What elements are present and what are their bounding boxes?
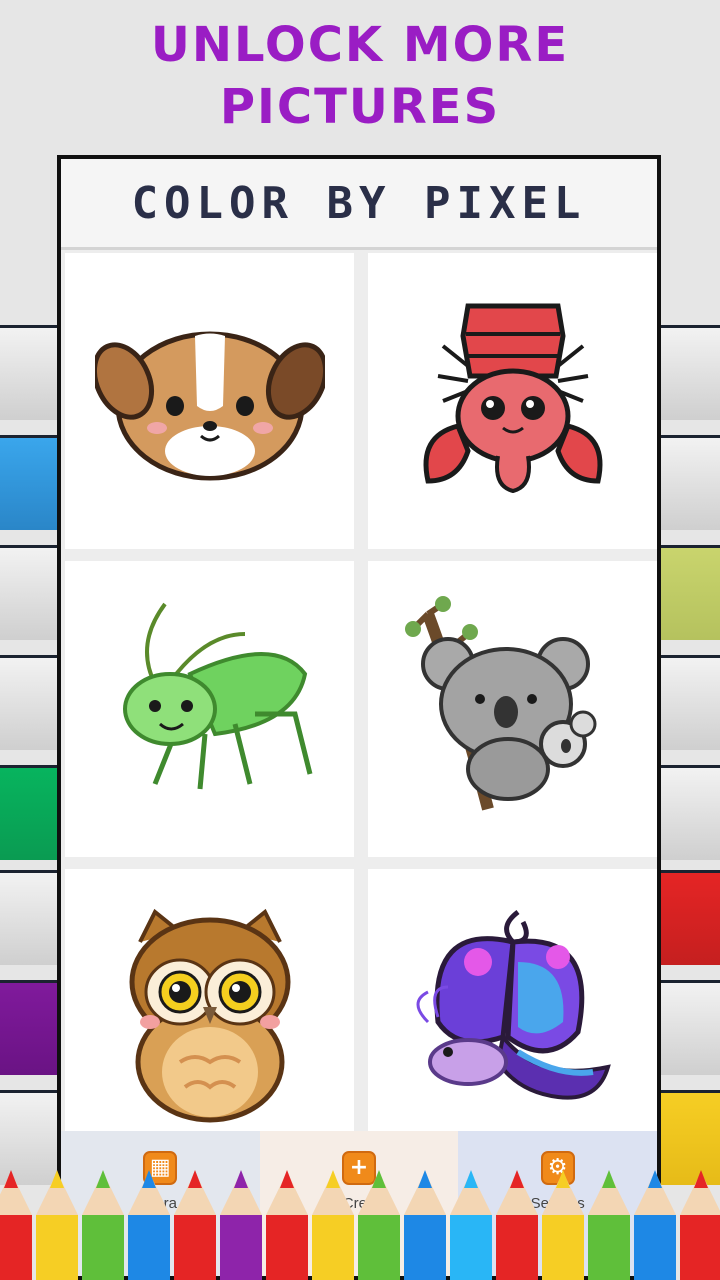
butterfly-icon xyxy=(416,910,611,1100)
stripe-yellow xyxy=(660,1090,720,1185)
koala-icon xyxy=(404,596,596,811)
grid-icon: ▦ xyxy=(143,1151,178,1185)
plus-icon: + xyxy=(342,1151,376,1185)
picture-tile-grasshopper[interactable] xyxy=(65,561,354,857)
stripe xyxy=(0,325,60,420)
picture-tile-butterfly[interactable] xyxy=(368,869,657,1165)
promo-headline: UNLOCK MORE PICTURES xyxy=(0,14,720,138)
stripe xyxy=(660,325,720,420)
tab-settings[interactable]: ⚙ Settings xyxy=(458,1131,657,1276)
stripe-blue xyxy=(0,435,60,530)
stripe xyxy=(0,655,60,750)
stripe-red xyxy=(660,870,720,965)
owl-icon xyxy=(129,908,290,1123)
stripe-purple xyxy=(0,980,60,1075)
picture-tile-hermit-crab[interactable] xyxy=(368,253,657,549)
tab-settings-label: Settings xyxy=(530,1195,585,1212)
picture-gallery xyxy=(65,253,657,1165)
stripe xyxy=(0,545,60,640)
tab-create-label: Crea xyxy=(342,1195,376,1212)
hermit-crab-icon xyxy=(423,303,602,494)
stripe xyxy=(0,1090,60,1185)
stripe xyxy=(660,435,720,530)
stripe xyxy=(0,870,60,965)
stripe xyxy=(660,980,720,1075)
app-screen: COLOR BY PIXEL ▦ Libra + Crea ⚙ Settings xyxy=(61,159,657,1276)
stripe xyxy=(660,765,720,860)
stripe-green xyxy=(0,765,60,860)
left-color-stripes xyxy=(0,0,60,1280)
picture-tile-puppy[interactable] xyxy=(65,253,354,549)
tab-library-label: Libra xyxy=(143,1195,178,1212)
right-color-stripes xyxy=(660,0,720,1280)
tab-library[interactable]: ▦ Libra xyxy=(61,1131,260,1276)
picture-tile-owl[interactable] xyxy=(65,869,354,1165)
phone-frame: COLOR BY PIXEL ▦ Libra + Crea ⚙ Settings xyxy=(57,155,661,1280)
picture-tile-koala[interactable] xyxy=(368,561,657,857)
promo-line-2: PICTURES xyxy=(219,79,501,135)
puppy-icon xyxy=(94,331,325,481)
promo-line-1: UNLOCK MORE xyxy=(150,17,570,73)
stripe-lime xyxy=(660,545,720,640)
gear-icon: ⚙ xyxy=(540,1151,575,1185)
grasshopper-icon xyxy=(122,602,312,790)
tab-create[interactable]: + Crea xyxy=(259,1131,459,1276)
bottom-tab-bar: ▦ Libra + Crea ⚙ Settings xyxy=(61,1131,657,1276)
stripe xyxy=(660,655,720,750)
app-title: COLOR BY PIXEL xyxy=(61,159,657,250)
